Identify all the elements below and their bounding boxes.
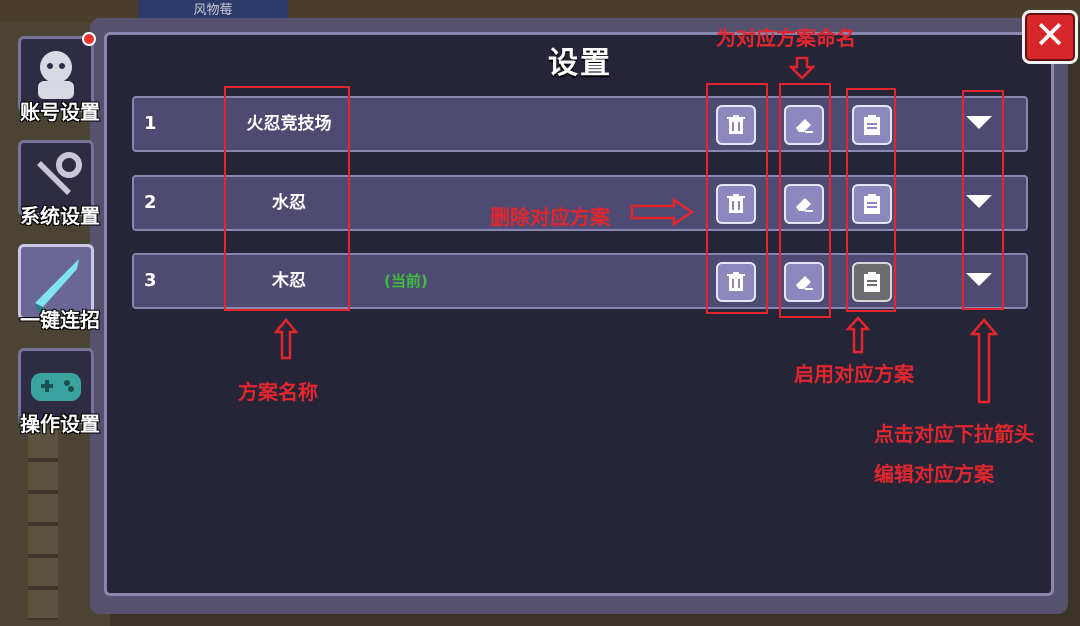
sidebar-item-label: 账号设置 [20, 100, 100, 124]
annotation-box-rename [779, 83, 831, 318]
sidebar-item-account[interactable]: 账号设置 [16, 32, 100, 132]
background-decoration [28, 430, 58, 620]
annotation-box-enable [846, 88, 896, 312]
annotation-rename: 为对应方案命名 [716, 26, 856, 50]
sidebar-item-combo[interactable]: 一键连招 [16, 244, 100, 340]
scheme-index: 3 [144, 270, 157, 291]
close-button[interactable]: ✕ [1022, 10, 1078, 64]
annotation-delete: 删除对应方案 [490, 205, 610, 229]
annotation-scheme-name: 方案名称 [238, 380, 318, 404]
annotation-up-arrow-icon [846, 316, 870, 354]
sidebar-item-system[interactable]: 系统设置 [16, 140, 100, 236]
current-scheme-label: (当前) [384, 272, 428, 290]
sidebar-item-controls[interactable]: 操作设置 [16, 348, 100, 444]
annotation-dropdown-line1: 点击对应下拉箭头 [874, 422, 1034, 446]
sidebar-item-label: 操作设置 [20, 412, 100, 436]
annotation-dropdown-line2: 编辑对应方案 [874, 462, 994, 486]
annotation-down-arrow-icon [789, 56, 815, 80]
sidebar-item-label: 系统设置 [20, 204, 100, 228]
page-title: 设置 [548, 46, 612, 81]
annotation-box-delete [706, 83, 768, 314]
annotation-up-arrow-icon [970, 318, 998, 404]
sidebar-item-label: 一键连招 [20, 308, 100, 332]
annotation-box-dropdown [962, 90, 1004, 310]
annotation-box-name [224, 86, 350, 311]
annotation-up-arrow-icon [274, 318, 298, 360]
scheme-index: 1 [144, 113, 157, 134]
annotation-right-arrow-icon [630, 198, 694, 226]
annotation-enable: 启用对应方案 [794, 362, 914, 386]
scheme-index: 2 [144, 192, 157, 213]
notification-badge [82, 32, 96, 46]
